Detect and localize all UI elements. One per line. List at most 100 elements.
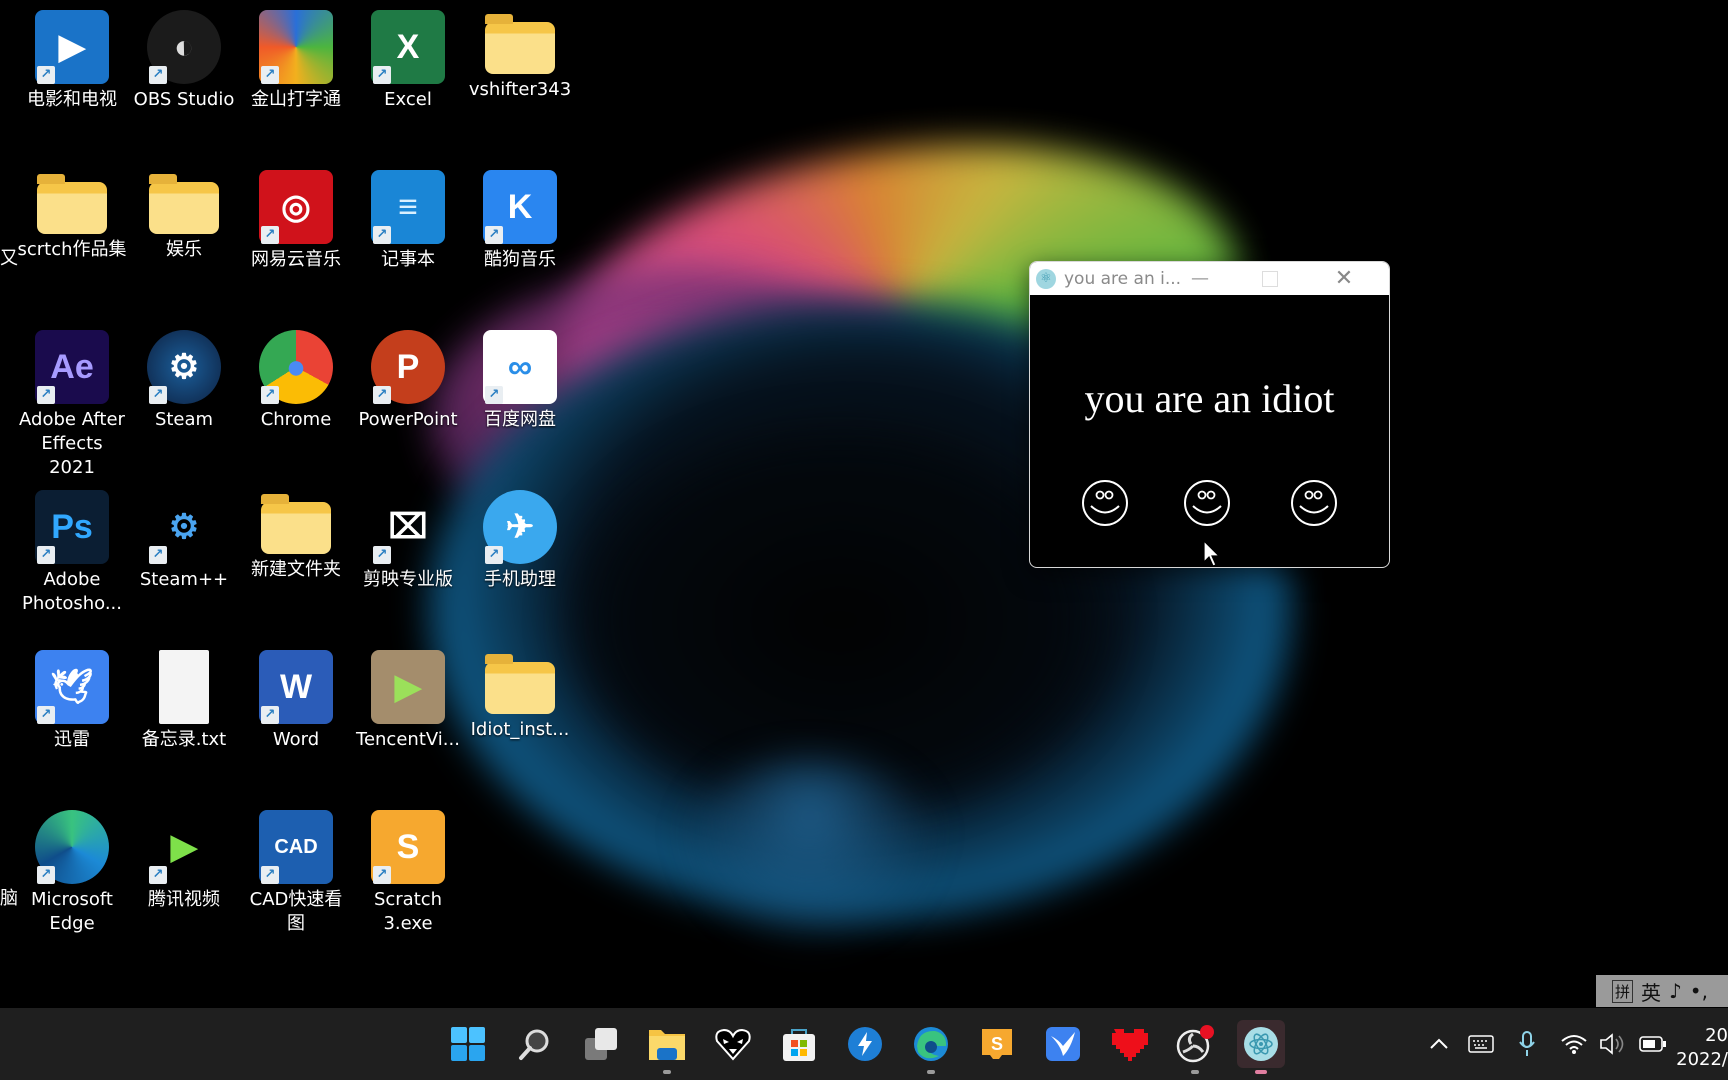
search-icon [519,1029,549,1060]
desktop-icon-label: Idiot_inst... [470,719,570,740]
desktop-icon[interactable]: ⌧ ↗ 剪映专业版 [352,484,464,592]
smiley-icon [1184,480,1230,526]
desktop-icon[interactable]: ⚙ ↗ Steam [128,324,240,432]
desktop-icon-label: 金山打字通 [251,89,341,110]
battery-button[interactable] [1636,1028,1670,1060]
shortcut-arrow-icon: ↗ [261,386,279,404]
desktop-icon[interactable]: ⚙ ↗ Steam++ [128,484,240,592]
heart-mask-icon [715,1028,751,1061]
desktop-icon[interactable]: scrtch作品集 [16,164,128,262]
shortcut-arrow-icon: ↗ [149,866,167,884]
desktop-icon[interactable]: Idiot_inst... [464,644,576,742]
folder-icon [37,174,107,234]
desktop-icon[interactable]: ◎ ↗ 网易云音乐 [240,164,352,272]
ime-punct-button[interactable]: •, [1690,979,1708,1003]
desktop-icon[interactable]: ↗ Microsoft Edge [16,804,128,936]
desktop-icon[interactable]: ▶ ↗ 腾讯视频 [128,804,240,912]
volume-icon [1600,1033,1624,1055]
desktop-icon[interactable]: 新建文件夹 [240,484,352,582]
heart-mask-app-button[interactable] [709,1020,757,1068]
maximize-button[interactable] [1240,262,1300,295]
search-button[interactable] [510,1020,558,1068]
desktop-icon[interactable]: ∞ ↗ 百度网盘 [464,324,576,432]
desktop-icon-label: Adobe After Effects 2021 [19,409,125,478]
desktop-icon[interactable]: P ↗ PowerPoint [352,324,464,432]
desktop-icon[interactable]: ≡ ↗ 记事本 [352,164,464,272]
electron-icon: ⚛ [1036,268,1056,289]
smiley-icon [1291,480,1337,526]
desktop-icon[interactable]: CAD ↗ CAD快速看 图 [240,804,352,936]
minimize-icon: — [1191,268,1209,289]
touch-keyboard-button[interactable] [1466,1028,1496,1060]
cad-viewer-icon: CAD ↗ [259,810,333,884]
window-title: you are an i... [1064,268,1182,289]
obs-icon: ◐ ↗ [147,10,221,84]
volume-button[interactable] [1596,1028,1628,1060]
xunlei-button[interactable] [1039,1020,1087,1068]
scratch-button[interactable]: S [973,1020,1021,1068]
shortcut-arrow-icon: ↗ [373,66,391,84]
desktop-icon-label: 腾讯视频 [148,889,220,910]
desktop-icon[interactable]: ✈ ↗ 手机助理 [464,484,576,592]
desktop-icon[interactable]: ◐ ↗ OBS Studio [128,4,240,112]
desktop-icon-label: scrtch作品集 [17,239,127,260]
steam-plus-icon: ⚙ ↗ [147,490,221,564]
desktop-icon[interactable]: ↗ 金山打字通 [240,4,352,112]
thunder-app-button[interactable] [841,1020,889,1068]
shortcut-arrow-icon: ↗ [37,386,55,404]
desktop-icon-label: 迅雷 [54,729,90,750]
desktop-icon[interactable]: 备忘录.txt [128,644,240,752]
ime-pinyin-button[interactable]: 拼 [1612,979,1634,1003]
kugou-icon: K ↗ [483,170,557,244]
desktop-icon[interactable]: vshifter343 [464,4,576,102]
electron-app-button[interactable] [1237,1020,1285,1074]
shortcut-arrow-icon: ↗ [149,66,167,84]
desktop-icon[interactable]: ● ↗ Chrome [240,324,352,432]
ime-toolbar[interactable]: 拼 英 ♪ •, [1596,975,1728,1007]
desktop-icon[interactable]: Ps ↗ Adobe Photosho... [16,484,128,616]
idiot-window[interactable]: ⚛ you are an i... — ✕ you are an idiot [1029,261,1390,568]
desktop-icon[interactable]: 🕊 ↗ 迅雷 [16,644,128,752]
window-titlebar[interactable]: ⚛ you are an i... — ✕ [1030,262,1389,295]
desktop-icon[interactable]: S ↗ Scratch 3.exe [352,804,464,936]
shortcut-arrow-icon: ↗ [37,546,55,564]
chevron-up-icon [1430,1038,1448,1049]
wifi-button[interactable] [1558,1028,1590,1060]
desktop-icon[interactable]: ▶ TencentVi... [352,644,464,752]
desktop-icon[interactable]: K ↗ 酷狗音乐 [464,164,576,272]
obs-icon [1176,1025,1214,1063]
notification-badge [1200,1025,1214,1039]
ime-moon-button[interactable]: ♪ [1669,979,1682,1003]
tencent-video-icon: ▶ ↗ [147,810,221,884]
desktop-icon[interactable]: X ↗ Excel [352,4,464,112]
file-explorer-button[interactable] [643,1020,691,1074]
microsoft-store-button[interactable] [775,1020,823,1068]
obs-button[interactable] [1171,1020,1219,1074]
shortcut-arrow-icon: ↗ [373,866,391,884]
shortcut-arrow-icon: ↗ [261,866,279,884]
windows-start-icon [451,1027,485,1061]
shortcut-arrow-icon: ↗ [37,66,55,84]
close-button[interactable]: ✕ [1314,262,1374,295]
desktop-icon[interactable]: ▶ ↗ 电影和电视 [16,4,128,112]
desktop-icon-label: 新建文件夹 [251,559,341,580]
desktop-icon-label: 备忘录.txt [141,729,227,750]
ime-english-button[interactable]: 英 [1641,977,1661,1006]
show-hidden-icons-button[interactable] [1424,1028,1454,1060]
desktop-icon[interactable]: Ae ↗ Adobe After Effects 2021 [16,324,128,480]
desktop-icon-label: Steam++ [139,569,229,590]
microphone-button[interactable] [1512,1028,1542,1060]
edge-button[interactable] [907,1020,955,1074]
desktop-icon[interactable]: 娱乐 [128,164,240,262]
clock-date: 2022/ [1676,1049,1728,1070]
start-button[interactable] [444,1020,492,1068]
desktop-icon-label: Word [272,729,320,750]
desktop-icon-label: vshifter343 [468,79,572,100]
desktop-icon[interactable]: W ↗ Word [240,644,352,752]
red-heart-app-button[interactable] [1105,1020,1153,1068]
minimize-button[interactable]: — [1170,262,1230,295]
task-view-button[interactable] [577,1020,625,1068]
xunlei-icon: 🕊 ↗ [35,650,109,724]
microphone-icon [1519,1031,1535,1056]
clock[interactable]: 20 2022/ [1676,1024,1728,1072]
